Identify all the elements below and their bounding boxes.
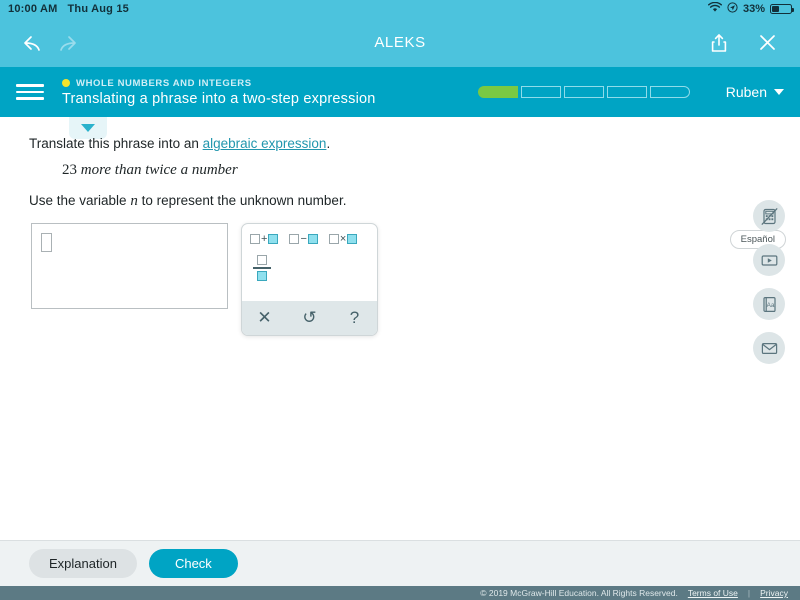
phrase-text: more than twice a number [77,162,238,178]
operand-box-filled [307,234,318,244]
explanation-button[interactable]: Explanation [29,549,137,578]
check-button[interactable]: Check [148,549,238,578]
topic-status-dot-icon [62,79,70,87]
instruction-prefix: Translate this phrase into an [29,136,203,151]
location-icon [727,2,738,16]
status-bar-date: Thu Aug 15 [67,3,129,15]
keypad-keys: + − × [242,224,377,285]
video-play-icon[interactable] [753,244,785,276]
algebraic-expression-link[interactable]: algebraic expression [203,136,327,151]
plus-key[interactable]: + [250,233,279,245]
back-arrow-icon[interactable] [16,26,50,60]
user-menu[interactable]: Ruben [726,84,784,100]
variable-symbol: n [130,193,138,209]
progress-segment-5 [649,86,690,98]
status-bar-right: 33% [707,1,794,16]
progress-segment-3 [563,86,604,98]
undo-button[interactable]: ↺ [293,304,327,332]
math-keypad: + − × ✕ ↺ ? [241,223,378,336]
variable-instruction-line: Use the variable n to represent the unkn… [29,193,346,210]
question-content-area: Español Translate this phrase into an al… [0,117,800,540]
phrase-expression: 23 more than twice a number [62,162,238,179]
keypad-fraction-row [250,252,369,281]
close-icon[interactable] [750,26,784,60]
svg-text:Aa: Aa [766,302,774,309]
answer-input-box[interactable] [31,223,228,309]
browser-page-title: ALEKS [374,34,426,51]
chevron-down-icon [774,89,784,95]
calculator-disabled-icon[interactable] [753,200,785,232]
topic-row: WHOLE NUMBERS AND INTEGERS [62,78,376,89]
operand-box-filled [268,234,279,244]
progress-segment-1 [477,86,518,98]
denominator-box [257,271,267,281]
browser-nav-right [702,26,784,60]
fraction-bar-icon [253,267,271,269]
dictionary-icon[interactable]: Aa [753,288,785,320]
numerator-box [257,255,267,265]
wifi-icon [707,1,722,16]
progress-segment-2 [520,86,561,98]
status-bar-left: 10:00 AM Thu Aug 15 [8,3,129,15]
answer-placeholder-cursor [41,233,52,252]
plus-symbol: + [261,233,268,245]
tool-rail: Aa [753,200,785,364]
share-icon[interactable] [702,26,736,60]
aleks-header: WHOLE NUMBERS AND INTEGERS Translating a… [0,67,800,117]
times-symbol: × [339,233,347,245]
browser-nav-bar: ALEKS [0,18,800,67]
instruction-line: Translate this phrase into an algebraic … [29,136,330,151]
footer-separator: | [747,588,751,598]
minus-key[interactable]: − [289,233,318,245]
minus-key-glyph: − [289,233,318,245]
times-key[interactable]: × [328,233,358,245]
variable-prefix: Use the variable [29,193,131,208]
ios-status-bar: 10:00 AM Thu Aug 15 33% [0,0,800,18]
keypad-operator-row: + − × [250,233,369,245]
variable-suffix: to represent the unknown number. [137,193,347,208]
times-key-glyph: × [328,233,358,245]
forward-arrow-icon[interactable] [50,26,84,60]
mail-envelope-icon[interactable] [753,332,785,364]
minus-symbol: − [300,233,307,245]
aleks-app-window: 10:00 AM Thu Aug 15 33% ALEKS WHOLE NUMB… [0,0,800,600]
help-button[interactable]: ? [338,304,372,332]
header-text-group: WHOLE NUMBERS AND INTEGERS Translating a… [62,78,376,107]
terms-of-use-link[interactable]: Terms of Use [688,588,738,598]
status-bar-time: 10:00 AM [8,3,58,15]
clear-button[interactable]: ✕ [248,304,282,332]
page-title: Translating a phrase into a two-step exp… [62,90,376,107]
user-name-label: Ruben [725,84,767,100]
operand-box-filled [347,234,358,244]
keypad-footer: ✕ ↺ ? [242,301,377,335]
fraction-key[interactable] [253,255,271,281]
battery-percent: 33% [742,3,765,15]
operand-box-empty [328,234,339,244]
topic-label: WHOLE NUMBERS AND INTEGERS [76,77,252,89]
progress-bar [477,86,690,98]
battery-icon [770,4,794,14]
instruction-suffix: . [326,136,331,151]
operand-box-empty [250,234,260,244]
action-bar: Explanation Check [0,540,800,586]
copyright-text: © 2019 McGraw-Hill Education. All Rights… [480,588,678,598]
privacy-link[interactable]: Privacy [760,588,788,598]
plus-key-glyph: + [250,233,279,245]
hamburger-menu-icon[interactable] [16,84,44,100]
page-footer: © 2019 McGraw-Hill Education. All Rights… [0,586,800,600]
triangle-down-icon [81,124,95,132]
phrase-number: 23 [62,162,77,178]
progress-segment-4 [606,86,647,98]
operand-box-empty [289,234,300,244]
